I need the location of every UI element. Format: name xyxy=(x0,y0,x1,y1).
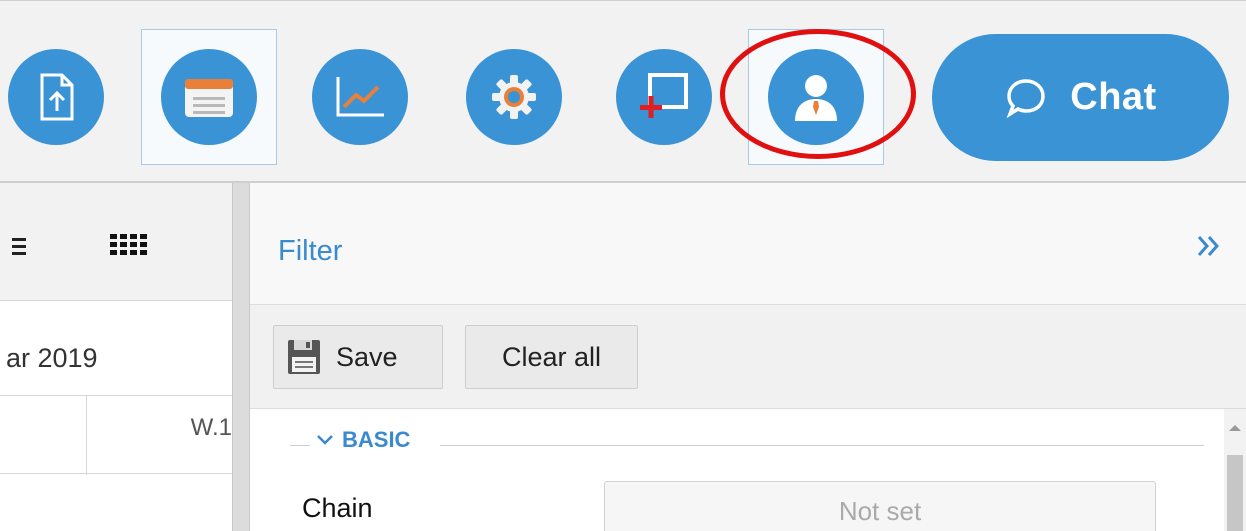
period-label: ar 2019 xyxy=(6,343,98,373)
chain-field-label: Chain xyxy=(302,493,373,523)
settings-button[interactable] xyxy=(466,49,562,145)
basic-group-toggle[interactable]: BASIC xyxy=(310,427,417,453)
group-label: BASIC xyxy=(342,427,411,452)
add-window-button[interactable] xyxy=(616,49,712,145)
week-column-header: W.1 xyxy=(190,414,232,441)
clear-all-button[interactable]: Clear all xyxy=(465,325,638,389)
filter-panel: Filter Save Clear all BASIC Chain Not se… xyxy=(250,183,1246,531)
chevron-down-icon xyxy=(317,435,333,445)
save-button[interactable]: Save xyxy=(273,325,443,389)
grid-view-icon[interactable] xyxy=(110,234,150,255)
filter-title: Filter xyxy=(278,235,343,267)
filter-header: Filter xyxy=(250,183,1246,305)
chart-button[interactable] xyxy=(312,49,408,145)
filter-body: BASIC Chain Not set xyxy=(250,409,1246,531)
chat-label: Chat xyxy=(1070,76,1157,118)
chat-button[interactable]: Chat xyxy=(932,34,1229,161)
gear-icon xyxy=(492,75,536,119)
calendar-button[interactable] xyxy=(161,49,257,145)
chain-select[interactable]: Not set xyxy=(604,481,1156,531)
double-chevron-right-icon xyxy=(1197,236,1220,256)
scroll-thumb[interactable] xyxy=(1227,455,1243,531)
scroll-up-arrow-icon[interactable] xyxy=(1229,425,1241,431)
view-switcher xyxy=(0,183,232,301)
filter-actions-bar: Save Clear all xyxy=(250,305,1246,409)
app-window: Chat ar 2019 W.1 Filter Save Clear all B… xyxy=(0,0,1246,531)
file-upload-icon xyxy=(40,73,74,121)
group-divider-left xyxy=(290,445,310,446)
floppy-disk-icon xyxy=(288,340,320,374)
vertical-scrollbar[interactable] xyxy=(1224,409,1246,531)
save-label: Save xyxy=(336,341,398,372)
cell-divider xyxy=(86,396,87,475)
user-profile-icon xyxy=(795,75,837,121)
add-window-icon xyxy=(640,73,688,118)
chat-bubble-icon xyxy=(1006,78,1046,118)
panel-splitter[interactable] xyxy=(232,183,250,531)
line-chart-icon xyxy=(336,77,384,117)
calendar-icon xyxy=(185,79,233,117)
upload-button[interactable] xyxy=(8,49,104,145)
week-header-row: W.1 xyxy=(0,395,232,475)
top-toolbar: Chat xyxy=(0,0,1246,182)
user-profile-button[interactable] xyxy=(768,49,864,145)
group-divider-right xyxy=(440,445,1204,446)
left-panel: ar 2019 W.1 xyxy=(0,183,232,531)
list-view-icon[interactable] xyxy=(12,238,26,259)
collapse-panel-button[interactable] xyxy=(1194,231,1224,266)
